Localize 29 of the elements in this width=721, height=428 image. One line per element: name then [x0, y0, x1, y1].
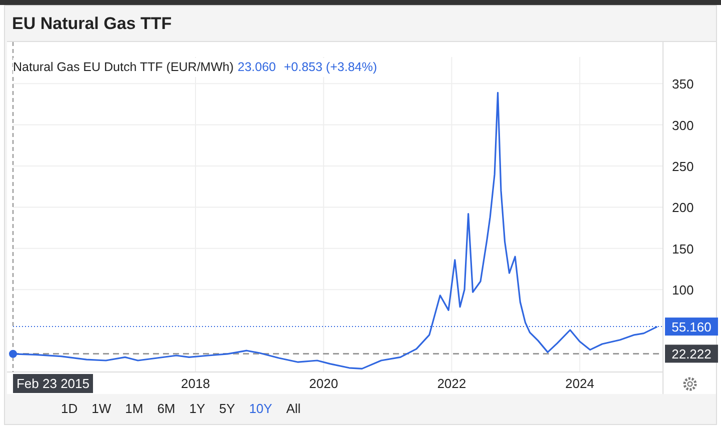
settings-icon[interactable] [683, 377, 697, 391]
y-axis-label: 300 [672, 118, 694, 133]
range-button[interactable]: 6M [151, 397, 182, 421]
x-axis-label: 2022 [437, 376, 466, 391]
ref-line-label: 55.160 [672, 320, 712, 335]
chart-title: EU Natural Gas TTF [12, 12, 172, 35]
range-button[interactable]: 5Y [213, 397, 242, 421]
x-axis-label: 2020 [309, 376, 338, 391]
crosshair-date-label: Feb 23 2015 [13, 374, 93, 393]
y-axis-label: 100 [672, 282, 694, 298]
price-label: 22.222 [665, 344, 718, 363]
x-axis-label: 2024 [565, 376, 594, 391]
range-button[interactable]: All [280, 397, 307, 421]
range-button[interactable]: 1M [119, 397, 150, 421]
y-axis-label: 150 [672, 241, 694, 256]
legend-name: Natural Gas EU Dutch TTF (EUR/MWh) [13, 59, 234, 76]
crosshair-dot [9, 350, 17, 358]
y-axis-label: 250 [672, 159, 694, 174]
price-label: 55.160 [665, 318, 718, 336]
range-button[interactable]: 10Y [243, 397, 278, 421]
range-button[interactable]: 1D [55, 397, 84, 421]
y-axis-label: 200 [672, 200, 694, 216]
range-button[interactable]: 1Y [183, 397, 212, 421]
x-axis-label: 2018 [181, 376, 210, 391]
legend-change: +0.853 (+3.84%) [284, 59, 377, 76]
legend-value: 23.060 [238, 59, 276, 76]
range-button[interactable]: 1W [86, 397, 118, 421]
ref-line-label: 22.222 [672, 346, 712, 362]
y-axis-label: 350 [672, 76, 694, 92]
